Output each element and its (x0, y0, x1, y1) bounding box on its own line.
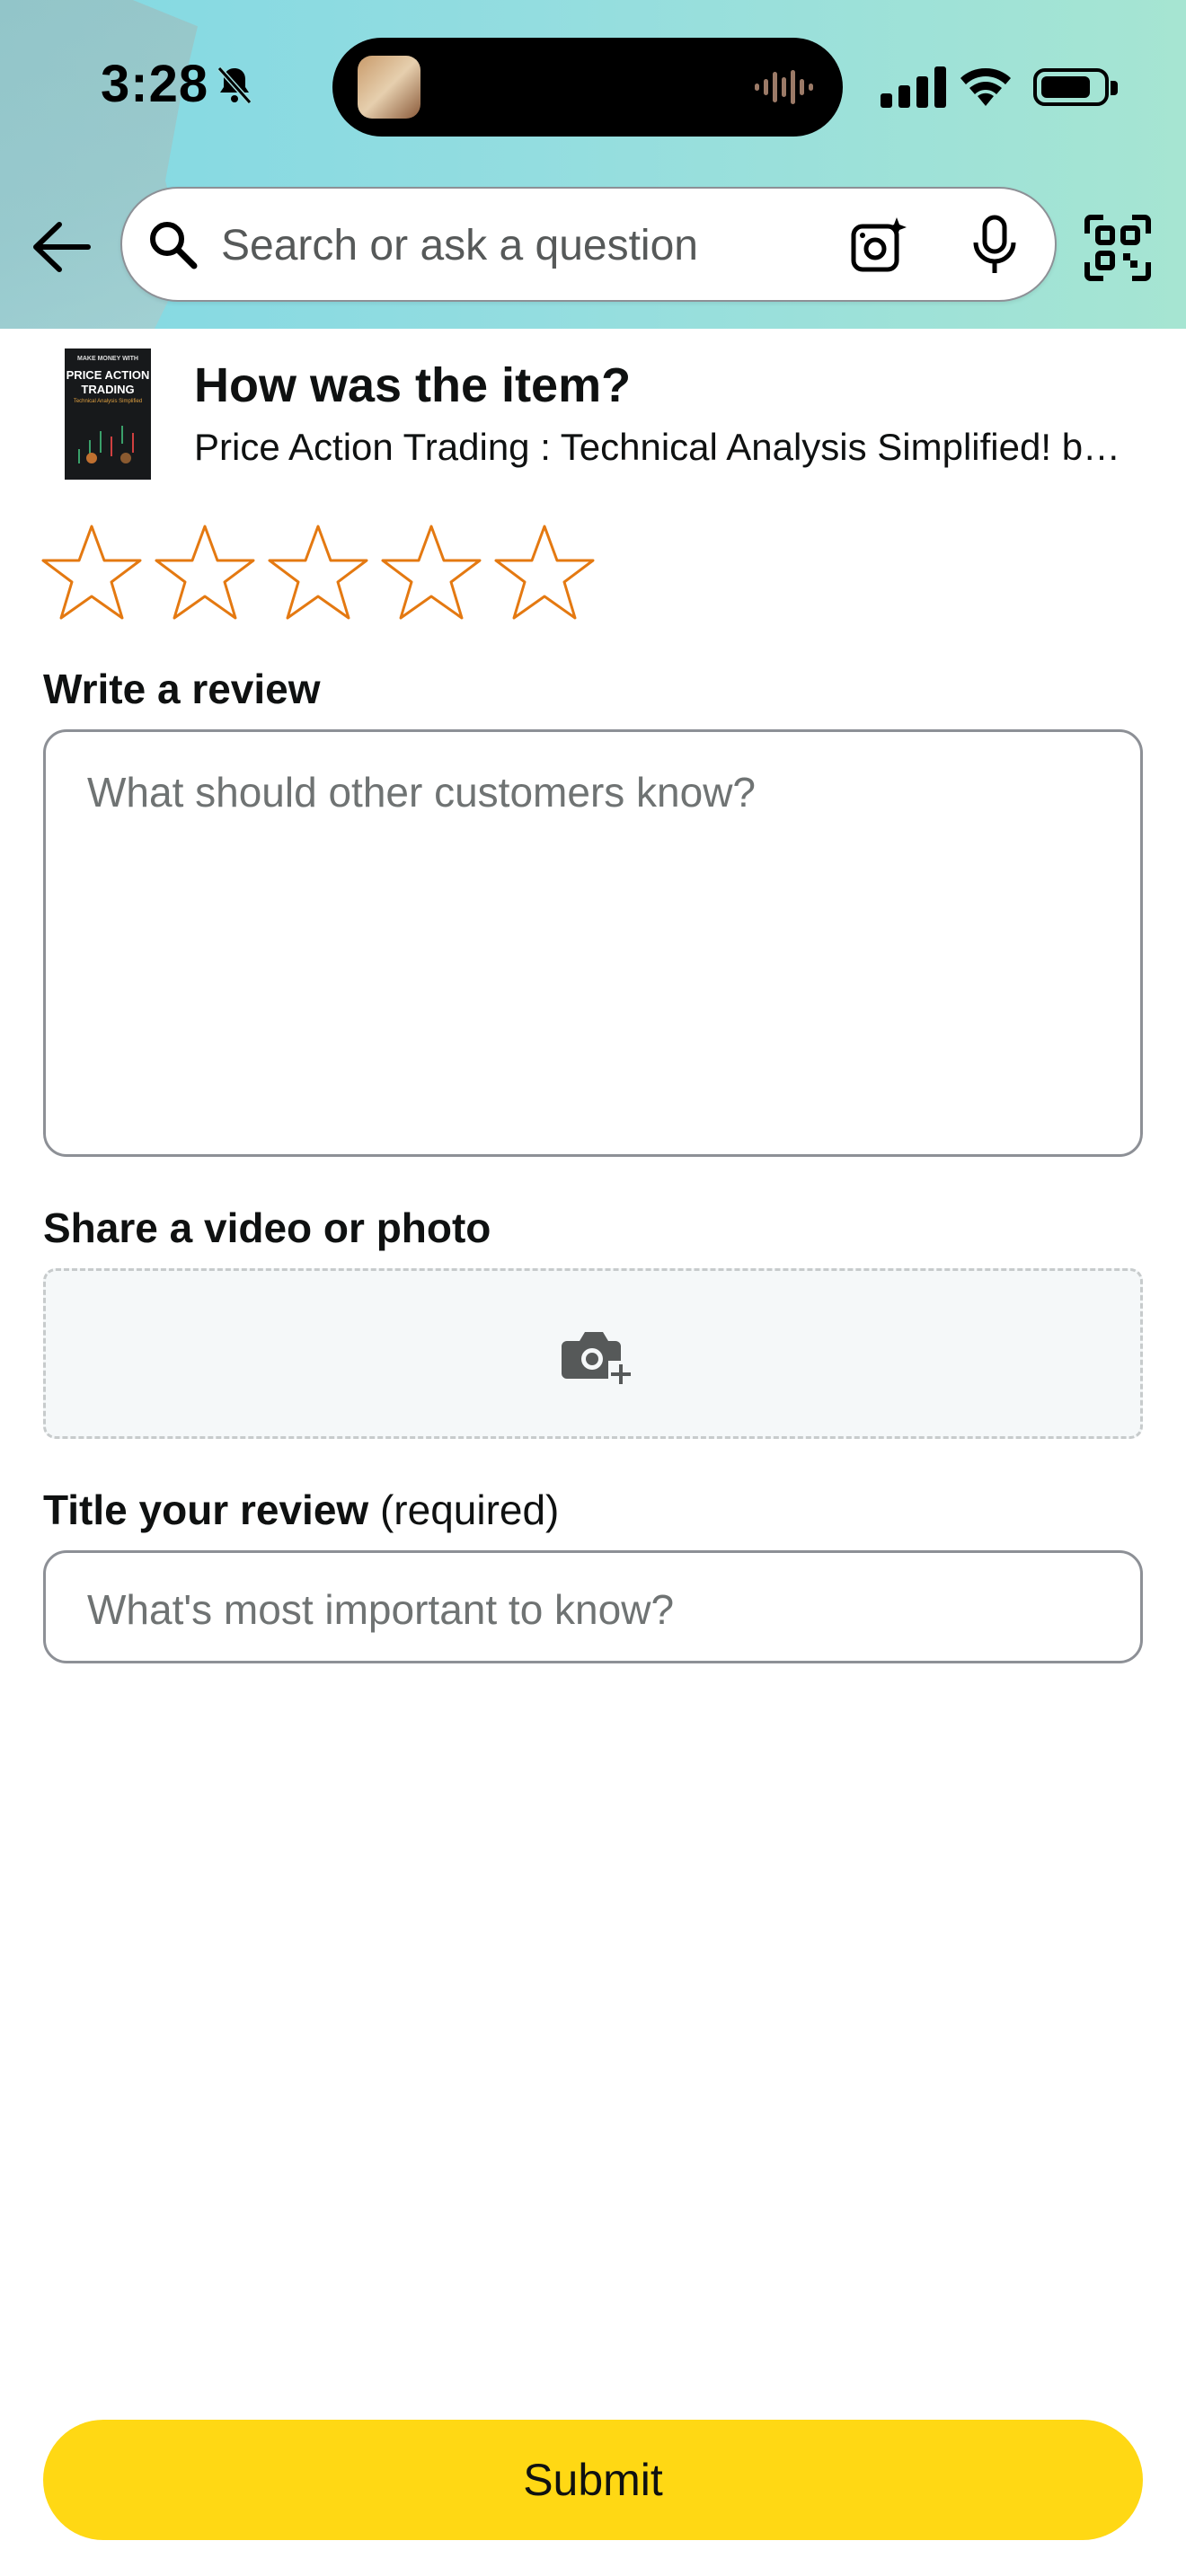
search-icon (150, 222, 198, 269)
review-label: Write a review (43, 666, 321, 712)
battery-icon (1033, 68, 1109, 106)
review-title-input[interactable]: What's most important to know? (43, 1550, 1143, 1663)
star-5-icon[interactable] (494, 523, 595, 623)
status-time: 3:28 (101, 55, 209, 113)
title-placeholder: What's most important to know? (87, 1586, 675, 1633)
add-photo-camera-icon (562, 1332, 633, 1386)
star-2-icon[interactable] (155, 523, 255, 623)
star-1-icon[interactable] (41, 523, 142, 623)
rating-question: How was the item? (194, 358, 632, 412)
battery-tip (1111, 81, 1118, 95)
top-header: 3:28 Search or ask a question (0, 0, 1186, 329)
product-name: Price Action Trading : Technical Analysi… (194, 426, 1121, 468)
now-playing-artwork (358, 56, 420, 119)
dynamic-island[interactable] (332, 38, 843, 137)
qr-scan-icon[interactable] (1084, 214, 1152, 282)
wifi-icon (960, 68, 1011, 106)
media-label: Share a video or photo (43, 1204, 491, 1251)
product-thumbnail: MAKE MONEY WITH PRICE ACTION TRADING Tec… (65, 348, 151, 480)
star-4-icon[interactable] (381, 523, 482, 623)
media-upload-area[interactable] (43, 1268, 1143, 1439)
microphone-icon[interactable] (970, 214, 1019, 277)
star-3-icon[interactable] (268, 523, 368, 623)
camera-search-icon[interactable] (850, 216, 909, 275)
review-textarea[interactable]: What should other customers know? (43, 729, 1143, 1157)
search-bar[interactable]: Search or ask a question (120, 187, 1057, 302)
review-placeholder: What should other customers know? (87, 769, 757, 816)
cellular-signal-icon (881, 66, 946, 108)
audio-waveform-icon (755, 70, 813, 104)
required-note: (required) (379, 1486, 560, 1533)
search-input[interactable]: Search or ask a question (221, 221, 698, 270)
back-arrow-icon[interactable] (29, 219, 92, 275)
silent-bell-icon (217, 66, 252, 105)
title-label: Title your review (required) (43, 1486, 560, 1533)
chart-illustration (78, 426, 134, 463)
submit-button[interactable]: Submit (43, 2420, 1143, 2540)
